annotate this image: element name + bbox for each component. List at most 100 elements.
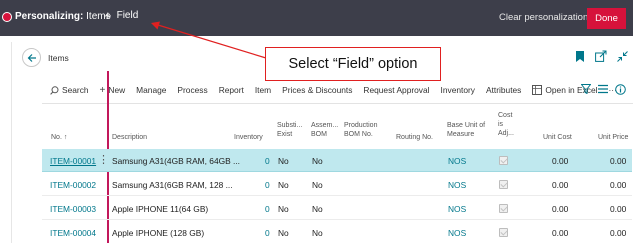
bookmark-icon[interactable]	[574, 49, 586, 63]
item-description: Apple IPHONE 11(64 GB)	[112, 204, 209, 214]
personalizing-title: Personalizing: Items	[15, 11, 111, 22]
table-row[interactable]: ITEM-00004 Apple IPHONE (128 GB) 0 No No…	[42, 221, 632, 243]
record-indicator-icon	[2, 12, 12, 22]
table-row[interactable]: ITEM-00001 ⋮ Samsung A31(4GB RAM, 64GB .…	[42, 149, 632, 172]
cost-adjusted-checkbox	[499, 228, 508, 237]
excel-icon	[532, 85, 543, 95]
item-action[interactable]: Item	[255, 85, 271, 95]
column-header-inventory[interactable]: Inventory	[234, 133, 263, 142]
process-action[interactable]: Process	[177, 85, 207, 95]
column-header-assembly-line1: Assem...	[311, 122, 339, 129]
personalization-bar: Personalizing: Items + Field Clear perso…	[0, 0, 633, 36]
column-header-routing[interactable]: Routing No.	[396, 133, 433, 142]
attributes-action[interactable]: Attributes	[486, 85, 521, 95]
column-header-description[interactable]: Description	[112, 133, 147, 142]
action-bar: Search + New Manage Process Report Item …	[50, 82, 628, 98]
item-inventory[interactable]: 0	[265, 156, 270, 166]
add-field-label: Field	[116, 10, 139, 21]
item-substitutes-exist: No	[278, 204, 289, 214]
filter-icon[interactable]	[581, 84, 591, 94]
item-assembly-bom: No	[312, 156, 323, 166]
cost-adjusted-checkbox	[499, 156, 508, 165]
item-assembly-bom: No	[312, 204, 323, 214]
action-bar-divider	[42, 103, 633, 104]
annotation-callout: Select “Field” option	[265, 47, 441, 81]
plus-icon: +	[99, 84, 106, 96]
column-header-base-unit[interactable]: Base Unit of Measure	[447, 121, 485, 139]
column-header-unit-cost[interactable]: Unit Cost	[543, 133, 572, 142]
item-no-link[interactable]: ITEM-00001	[50, 156, 96, 166]
item-base-unit[interactable]: NOS	[448, 156, 466, 166]
item-assembly-bom: No	[312, 180, 323, 190]
column-header-substitutes-exist[interactable]: Substi... Exist	[277, 121, 302, 139]
item-base-unit[interactable]: NOS	[448, 204, 466, 214]
table-row[interactable]: ITEM-00002 Samsung A31(6GB RAM, 128 ... …	[42, 173, 632, 196]
cost-adjusted-checkbox	[499, 204, 508, 213]
back-button[interactable]	[22, 48, 41, 67]
item-inventory[interactable]: 0	[265, 204, 270, 214]
item-substitutes-exist: No	[278, 228, 289, 238]
search-action[interactable]: Search	[50, 85, 89, 95]
column-header-assembly-line2: BOM	[311, 131, 327, 138]
clear-personalization-link[interactable]: Clear personalization...	[499, 12, 596, 23]
item-description: Samsung A31(4GB RAM, 64GB ...	[112, 156, 241, 166]
page-title: Items	[48, 53, 69, 63]
table-row[interactable]: ITEM-00003 Apple IPHONE 11(64 GB) 0 No N…	[42, 197, 632, 220]
item-unit-price: 0.00	[610, 204, 627, 214]
info-icon[interactable]	[615, 84, 626, 95]
prices-discounts-action[interactable]: Prices & Discounts	[282, 85, 352, 95]
item-base-unit[interactable]: NOS	[448, 228, 466, 238]
item-base-unit[interactable]: NOS	[448, 180, 466, 190]
item-description: Apple IPHONE (128 GB)	[112, 228, 205, 238]
item-inventory[interactable]: 0	[265, 228, 270, 238]
personalizing-mode-label: Personalizing:	[15, 11, 84, 22]
item-substitutes-exist: No	[278, 156, 289, 166]
column-header-cost-line1: Cost	[498, 112, 513, 119]
item-assembly-bom: No	[312, 228, 323, 238]
list-view-icon[interactable]	[598, 84, 608, 94]
item-unit-cost: 0.00	[552, 228, 569, 238]
request-approval-action[interactable]: Request Approval	[363, 85, 429, 95]
column-header-production-line1: Production	[344, 122, 378, 129]
done-button[interactable]: Done	[587, 8, 626, 29]
item-unit-cost: 0.00	[552, 180, 569, 190]
column-header-production-line2: BOM No.	[344, 131, 373, 138]
column-header-assembly-bom[interactable]: Assem... BOM	[311, 121, 338, 139]
column-header-substitutes-line2: Exist	[277, 131, 293, 138]
new-action[interactable]: + New	[100, 85, 126, 96]
row-menu-icon[interactable]: ⋮	[98, 153, 109, 166]
item-unit-cost: 0.00	[552, 156, 569, 166]
item-unit-cost: 0.00	[552, 204, 569, 214]
inventory-action[interactable]: Inventory	[441, 85, 475, 95]
search-label: Search	[62, 85, 89, 95]
search-icon	[50, 85, 59, 95]
cost-adjusted-checkbox	[499, 180, 508, 189]
new-label: New	[108, 85, 126, 95]
item-substitutes-exist: No	[278, 180, 289, 190]
plus-icon: +	[104, 7, 112, 23]
column-header-production-bom[interactable]: Production BOM No.	[344, 121, 377, 139]
item-no-link[interactable]: ITEM-00004	[50, 228, 96, 238]
item-unit-price: 0.00	[610, 180, 627, 190]
column-header-base-unit-line2: Measure	[447, 131, 475, 138]
item-no-link[interactable]: ITEM-00003	[50, 204, 96, 214]
column-header-cost-line2: is	[498, 121, 504, 128]
arrow-left-icon	[27, 53, 36, 62]
column-header-substitutes-line1: Substi...	[277, 122, 303, 129]
item-unit-price: 0.00	[610, 228, 627, 238]
item-no-link[interactable]: ITEM-00002	[50, 180, 96, 190]
column-header-unit-price[interactable]: Unit Price	[598, 133, 628, 142]
report-action[interactable]: Report	[219, 85, 244, 95]
page-icons	[574, 49, 628, 63]
column-header-cost-line3: Adj...	[498, 130, 514, 137]
item-inventory[interactable]: 0	[265, 180, 270, 190]
item-description: Samsung A31(6GB RAM, 128 ...	[112, 180, 233, 190]
collapse-icon[interactable]	[616, 49, 628, 63]
share-icon[interactable]	[595, 49, 607, 63]
column-header-no[interactable]: No. ↑	[51, 133, 67, 142]
item-unit-price: 0.00	[610, 156, 627, 166]
column-header-base-unit-line1: Base Unit of	[447, 122, 486, 129]
manage-action[interactable]: Manage	[136, 85, 166, 95]
column-header-cost-adjusted[interactable]: Cost is Adj...	[498, 111, 514, 138]
add-field-button[interactable]: + Field	[104, 7, 139, 23]
